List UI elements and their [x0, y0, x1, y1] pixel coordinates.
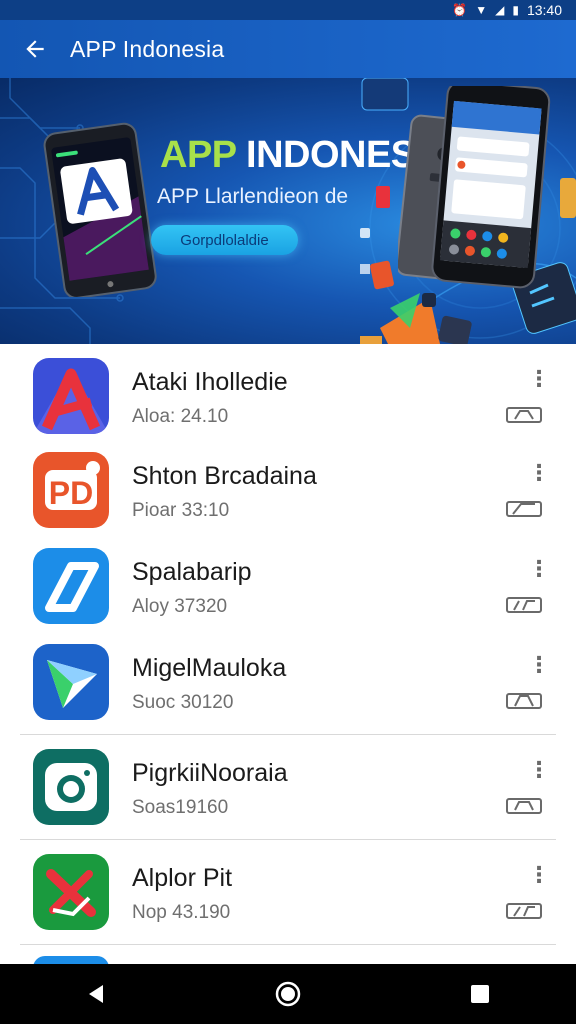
signal-icon: ◢ [495, 3, 505, 17]
banner-cta-button[interactable]: Gorpdlolaldie [151, 225, 298, 255]
wifi-icon: ▼ [475, 3, 488, 17]
banner-title-highlight: APP [160, 134, 236, 176]
back-button[interactable] [0, 20, 70, 78]
app-meta: Suoc 30120 [132, 692, 234, 713]
red-letter-a-icon [33, 358, 109, 434]
install-icon[interactable] [505, 898, 543, 920]
more-options-icon[interactable]: ⋮ [526, 652, 552, 678]
more-options-icon[interactable]: ⋮ [526, 556, 552, 582]
app-name: Ataki Iholledie [132, 368, 288, 396]
blue-slash-icon [33, 548, 109, 624]
app-meta: Pioar 33:10 [132, 500, 230, 521]
alarm-icon: ⏰ [452, 3, 468, 17]
app-meta: Nop 43.190 [132, 902, 231, 923]
app-meta: Soas19160 [132, 797, 229, 818]
status-bar: ⏰ ▼ ◢ ▮ 13:40 [0, 0, 576, 20]
system-nav-bar [0, 964, 576, 1024]
install-icon[interactable] [505, 402, 543, 424]
app-name: Shton Brcadaina [132, 462, 317, 490]
orange-pd-badge-icon: PD [33, 452, 109, 528]
list-item[interactable]: MigelMauloka Suoc 30120 ⋮ [0, 630, 576, 726]
phone-illustration-left [43, 122, 157, 297]
teal-camera-icon [33, 749, 109, 825]
page-title: APP Indonesia [70, 35, 225, 62]
battery-icon: ▮ [512, 3, 519, 17]
green-x-icon [33, 854, 109, 930]
list-item[interactable]: PD Shton Brcadaina Pioar 33:10 ⋮ [0, 438, 576, 534]
svg-text:PD: PD [49, 475, 93, 511]
list-item[interactable]: Ataki Iholledie Aloa: 24.10 ⋮ [0, 344, 576, 440]
app-list: Ataki Iholledie Aloa: 24.10 ⋮ PD Shton B… [0, 344, 576, 964]
triangle-back-icon [89, 985, 103, 1003]
nav-recents-button[interactable] [450, 964, 510, 1024]
app-meta: Aloa: 24.10 [132, 406, 229, 427]
more-options-icon[interactable]: ⋮ [526, 862, 552, 888]
phone-illustration-right [398, 86, 551, 289]
install-icon[interactable] [505, 688, 543, 710]
back-arrow-icon [26, 40, 44, 58]
banner-subtitle: APP Llarlendieon de [157, 185, 349, 208]
nav-back-button[interactable] [66, 964, 126, 1024]
app-name: Alplor Pit [132, 864, 233, 892]
more-options-icon[interactable]: ⋮ [526, 366, 552, 392]
install-icon[interactable] [505, 793, 543, 815]
status-time: 13:40 [526, 2, 562, 18]
blue-arrow-icon [33, 644, 109, 720]
install-icon[interactable] [505, 496, 543, 518]
app-bar: APP Indonesia [0, 20, 576, 78]
nav-home-button[interactable] [258, 964, 318, 1024]
app-meta: Aloy 37320 [132, 596, 228, 617]
promo-banner[interactable]: APP INDONESIA APP Llarlendieon de Gorpdl… [0, 78, 576, 344]
more-options-icon[interactable]: ⋮ [526, 460, 552, 486]
list-item-partial[interactable] [33, 956, 109, 964]
list-item[interactable]: Alplor Pit Nop 43.190 ⋮ [0, 840, 576, 936]
app-name: PigrkiiNooraia [132, 759, 288, 787]
more-options-icon[interactable]: ⋮ [526, 757, 552, 783]
square-recents-icon [471, 985, 489, 1003]
app-name: MigelMauloka [132, 654, 287, 682]
install-icon[interactable] [505, 592, 543, 614]
list-item[interactable]: Spalabarip Aloy 37320 ⋮ [0, 534, 576, 630]
list-item[interactable]: PigrkiiNooraia Soas19160 ⋮ [0, 735, 576, 831]
circle-home-icon [275, 981, 301, 1007]
app-name: Spalabarip [132, 558, 252, 586]
list-divider [20, 944, 556, 945]
